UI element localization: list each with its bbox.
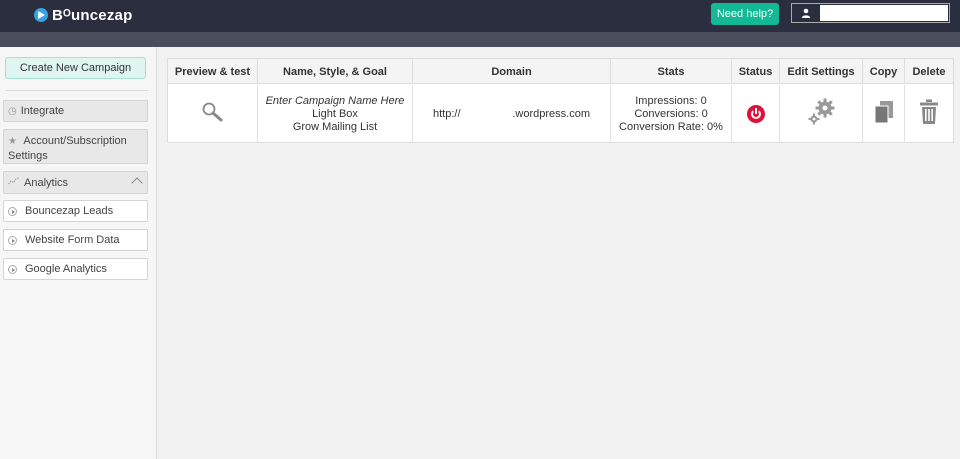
sidebar-subitem-label: Google Analytics bbox=[25, 263, 107, 275]
sidebar-item-label: Analytics bbox=[24, 176, 69, 189]
sidebar-item-label: Account/Subscription Settings bbox=[8, 135, 127, 162]
stats-cell: Impressions: 0 Conversions: 0 Conversion… bbox=[611, 85, 732, 143]
play-circle-icon bbox=[8, 264, 17, 274]
sidebar-item-account[interactable]: ★ Account/Subscription Settings bbox=[3, 129, 148, 164]
campaign-name[interactable]: Enter Campaign Name Here bbox=[266, 95, 405, 108]
sidebar: Create New Campaign ◷ Integrate ★ Accoun… bbox=[0, 47, 157, 459]
column-header-name: Name, Style, & Goal bbox=[258, 59, 413, 84]
top-bar: Bᴼuncezap Need help? bbox=[0, 0, 960, 32]
column-header-delete: Delete bbox=[912, 65, 946, 78]
gears-icon[interactable] bbox=[805, 96, 837, 132]
sidebar-divider bbox=[5, 90, 148, 91]
logo[interactable]: Bᴼuncezap bbox=[34, 5, 132, 25]
magnifier-icon[interactable] bbox=[201, 101, 225, 127]
column-header-copy: Copy bbox=[863, 59, 905, 84]
name-cell: Enter Campaign Name Here Light Box Grow … bbox=[258, 85, 413, 143]
need-help-button[interactable]: Need help? bbox=[711, 3, 779, 25]
play-circle-icon bbox=[8, 235, 17, 245]
sidebar-item-integrate[interactable]: ◷ Integrate bbox=[3, 100, 148, 122]
play-logo-icon bbox=[34, 8, 48, 22]
status-cell bbox=[732, 85, 780, 143]
delete-cell bbox=[905, 85, 953, 143]
sidebar-subitem-website-form-data[interactable]: Website Form Data bbox=[3, 229, 148, 251]
edit-settings-cell bbox=[780, 85, 863, 143]
user-icon bbox=[792, 4, 820, 22]
sidebar-item-label: Integrate bbox=[20, 105, 65, 117]
domain-prefix: http:// bbox=[433, 107, 461, 120]
column-header-domain: Domain bbox=[413, 59, 611, 84]
table-header: Preview & test Name, Style, & Goal Domai… bbox=[168, 59, 953, 84]
trash-icon[interactable] bbox=[919, 99, 939, 129]
column-header-status: Status bbox=[732, 59, 780, 84]
preview-cell bbox=[168, 85, 258, 143]
column-header-stats: Stats bbox=[611, 59, 732, 84]
sidebar-subitem-bouncezap-leads[interactable]: Bouncezap Leads bbox=[3, 200, 148, 222]
sidebar-subitem-google-analytics[interactable]: Google Analytics bbox=[3, 258, 148, 280]
copy-icon[interactable] bbox=[874, 100, 894, 128]
star-icon: ★ bbox=[8, 136, 17, 147]
campaign-table: Preview & test Name, Style, & Goal Domai… bbox=[167, 58, 954, 143]
play-circle-icon bbox=[8, 206, 17, 216]
campaign-style: Light Box bbox=[312, 107, 358, 120]
power-icon[interactable] bbox=[746, 105, 765, 123]
campaign-goal: Grow Mailing List bbox=[292, 120, 378, 133]
column-header-edit-settings: Edit Settings bbox=[780, 59, 863, 84]
clock-icon: ◷ bbox=[8, 105, 17, 117]
impressions-stat: Impressions: 0 bbox=[635, 94, 707, 107]
sidebar-subitem-label: Bouncezap Leads bbox=[25, 205, 114, 217]
sidebar-item-analytics[interactable]: Analytics bbox=[3, 171, 148, 194]
user-field-container[interactable] bbox=[791, 3, 950, 23]
analytics-icon bbox=[8, 177, 20, 188]
logo-text: Bᴼuncezap bbox=[52, 6, 133, 24]
sidebar-subitem-label: Website Form Data bbox=[25, 234, 120, 246]
copy-cell bbox=[863, 85, 905, 143]
create-new-campaign-button[interactable]: Create New Campaign bbox=[5, 57, 146, 79]
sub-bar bbox=[0, 32, 960, 47]
conversion-rate-stat: Conversion Rate: 0% bbox=[619, 120, 723, 133]
domain-cell: http:// .wordpress.com bbox=[413, 85, 611, 143]
user-input[interactable] bbox=[820, 5, 948, 21]
chevron-up-icon[interactable] bbox=[131, 177, 143, 189]
domain-suffix: .wordpress.com bbox=[512, 107, 590, 120]
column-header-preview: Preview & test bbox=[168, 59, 258, 84]
conversions-stat: Conversions: 0 bbox=[634, 107, 708, 120]
